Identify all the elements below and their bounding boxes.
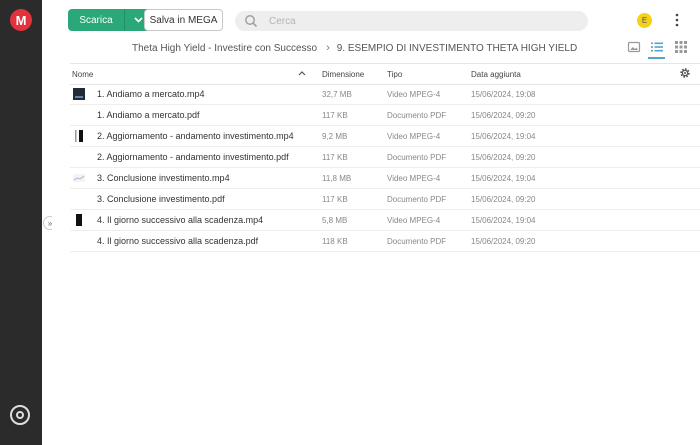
file-size: 9,2 MB xyxy=(322,132,348,141)
file-date: 15/06/2024, 09:20 xyxy=(471,195,536,204)
table-row[interactable]: 2. Aggiornamento - andamento investiment… xyxy=(70,147,700,168)
gear-icon[interactable] xyxy=(679,67,691,79)
main-content: Scarica Salva in MEGA E Theta High Yield… xyxy=(52,0,700,445)
file-type: Video MPEG-4 xyxy=(387,174,441,183)
file-name[interactable]: 3. Conclusione investimento.pdf xyxy=(97,194,225,204)
grid-view-icon[interactable] xyxy=(674,40,688,54)
list-view-icon[interactable] xyxy=(650,40,664,54)
file-date: 15/06/2024, 09:20 xyxy=(471,111,536,120)
thumbnail-view-icon[interactable] xyxy=(627,40,641,54)
file-size: 117 KB xyxy=(322,153,348,162)
download-button-label: Scarica xyxy=(79,14,113,26)
file-size: 117 KB xyxy=(322,195,348,204)
table-row[interactable]: 3. Conclusione investimento.mp4 11,8 MB … xyxy=(70,168,700,189)
video-thumbnail-icon xyxy=(73,174,85,182)
file-size: 5,8 MB xyxy=(322,216,348,225)
mega-logo-icon[interactable]: M xyxy=(10,9,32,31)
file-name[interactable]: 3. Conclusione investimento.mp4 xyxy=(97,173,230,183)
file-name[interactable]: 2. Aggiornamento - andamento investiment… xyxy=(97,152,289,162)
file-name[interactable]: 1. Andiamo a mercato.mp4 xyxy=(97,89,205,99)
file-date: 15/06/2024, 19:04 xyxy=(471,132,536,141)
file-type: Video MPEG-4 xyxy=(387,90,441,99)
search-icon xyxy=(245,15,258,28)
download-button[interactable]: Scarica xyxy=(68,9,151,31)
active-view-indicator xyxy=(648,57,665,59)
avatar[interactable]: E xyxy=(637,13,652,28)
column-header-type[interactable]: Tipo xyxy=(387,70,402,79)
file-name[interactable]: 2. Aggiornamento - andamento investiment… xyxy=(97,131,294,141)
file-type: Documento PDF xyxy=(387,195,447,204)
video-thumbnail-icon xyxy=(73,88,85,100)
column-header-name[interactable]: Nome xyxy=(72,70,93,79)
search-bar[interactable] xyxy=(235,11,588,31)
file-size: 32,7 MB xyxy=(322,90,352,99)
column-header-date[interactable]: Data aggiunta xyxy=(471,70,521,79)
breadcrumb: Theta High Yield - Investire con Success… xyxy=(132,42,577,54)
table-row[interactable]: 1. Andiamo a mercato.mp4 32,7 MB Video M… xyxy=(70,84,700,105)
video-thumbnail-icon xyxy=(76,214,82,226)
more-options-icon[interactable] xyxy=(674,13,680,27)
breadcrumb-parent[interactable]: Theta High Yield - Investire con Success… xyxy=(132,43,317,54)
table-row[interactable]: 3. Conclusione investimento.pdf 117 KB D… xyxy=(70,189,700,210)
file-date: 15/06/2024, 19:04 xyxy=(471,174,536,183)
file-size: 117 KB xyxy=(322,111,348,120)
save-to-mega-button[interactable]: Salva in MEGA xyxy=(144,9,223,31)
table-row[interactable]: 1. Andiamo a mercato.pdf 117 KB Document… xyxy=(70,105,700,126)
file-date: 15/06/2024, 09:20 xyxy=(471,237,536,246)
table-row[interactable]: 2. Aggiornamento - andamento investiment… xyxy=(70,126,700,147)
sort-ascending-icon[interactable] xyxy=(298,70,306,76)
file-name[interactable]: 1. Andiamo a mercato.pdf xyxy=(97,110,200,120)
file-type: Documento PDF xyxy=(387,111,447,120)
file-type: Documento PDF xyxy=(387,153,447,162)
file-size: 118 KB xyxy=(322,237,348,246)
breadcrumb-separator: › xyxy=(326,42,330,54)
table-row[interactable]: 4. Il giorno successivo alla scadenza.pd… xyxy=(70,231,700,252)
file-date: 15/06/2024, 19:04 xyxy=(471,216,536,225)
file-date: 15/06/2024, 09:20 xyxy=(471,153,536,162)
sync-icon[interactable] xyxy=(10,405,30,425)
breadcrumb-current: 9. ESEMPIO DI INVESTIMENTO THETA HIGH YI… xyxy=(336,42,578,54)
file-date: 15/06/2024, 19:08 xyxy=(471,90,536,99)
video-thumbnail-icon xyxy=(73,130,85,142)
file-type: Video MPEG-4 xyxy=(387,216,441,225)
file-type: Video MPEG-4 xyxy=(387,132,441,141)
file-type: Documento PDF xyxy=(387,237,447,246)
search-input[interactable] xyxy=(267,14,571,28)
file-size: 11,8 MB xyxy=(322,174,352,183)
file-name[interactable]: 4. Il giorno successivo alla scadenza.pd… xyxy=(97,236,258,246)
left-sidebar: M xyxy=(0,0,42,445)
file-name[interactable]: 4. Il giorno successivo alla scadenza.mp… xyxy=(97,215,263,225)
table-row[interactable]: 4. Il giorno successivo alla scadenza.mp… xyxy=(70,210,700,231)
table-header: Nome Dimensione Tipo Data aggiunta xyxy=(70,63,700,85)
column-header-size[interactable]: Dimensione xyxy=(322,70,364,79)
